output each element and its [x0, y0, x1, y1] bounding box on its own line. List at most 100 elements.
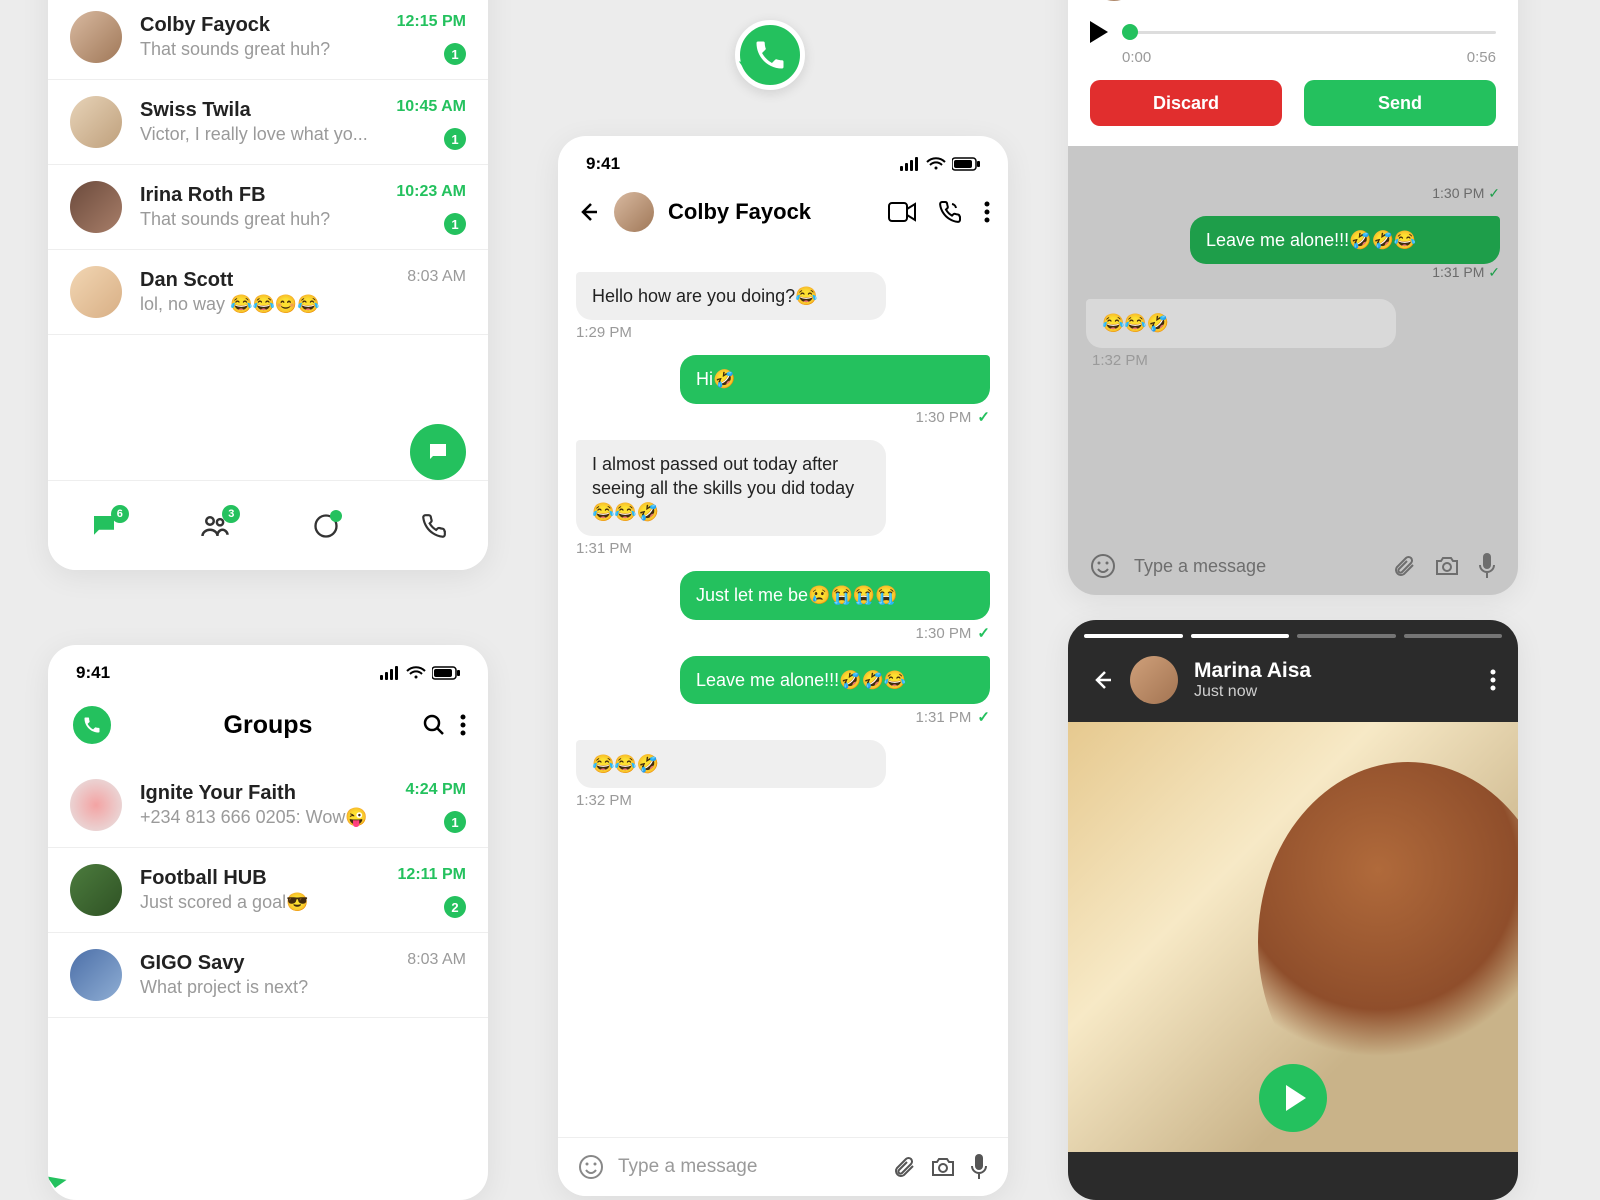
- msg-time: 1:32 PM: [1092, 352, 1148, 369]
- voice-call-icon[interactable]: [938, 200, 962, 224]
- signal-icon: [900, 157, 920, 171]
- avatar: [70, 96, 122, 148]
- statusbar-time: 9:41: [586, 154, 620, 174]
- message-bubble-out[interactable]: Leave me alone!!!🤣🤣😂: [680, 656, 990, 704]
- nav-status[interactable]: [312, 512, 340, 540]
- signal-icon: [380, 666, 400, 680]
- message-time: 1:31 PM: [576, 540, 990, 557]
- wifi-icon: [406, 666, 426, 680]
- group-row[interactable]: Ignite Your Faith +234 813 666 0205: Wow…: [48, 763, 488, 848]
- unread-badge: 1: [444, 128, 466, 150]
- new-chat-fab[interactable]: [410, 424, 466, 480]
- message-input-row: Type a message: [558, 1137, 1008, 1196]
- search-icon[interactable]: [422, 713, 446, 737]
- nav-chats-badge: 6: [111, 505, 129, 523]
- message-bubble-out[interactable]: Just let me be😢😭😭😭: [680, 571, 990, 619]
- message-input[interactable]: Type a message: [1134, 556, 1374, 577]
- message-bubble-in[interactable]: Hello how are you doing?😂: [576, 272, 886, 320]
- battery-icon: [432, 666, 460, 680]
- back-icon[interactable]: [1090, 668, 1114, 692]
- unread-badge: 2: [444, 896, 466, 918]
- message-input-row: Type a message: [1068, 537, 1518, 595]
- more-icon[interactable]: [1490, 669, 1496, 691]
- camera-icon[interactable]: [930, 1156, 956, 1178]
- send-button[interactable]: Send: [1304, 80, 1496, 126]
- more-icon[interactable]: [460, 714, 466, 736]
- group-time: 8:03 AM: [407, 951, 466, 969]
- chat-preview: That sounds great huh?: [140, 39, 330, 60]
- status-dot-icon: [330, 510, 342, 522]
- emoji-icon[interactable]: [1090, 553, 1116, 579]
- chat-time: 10:45 AM: [396, 98, 466, 116]
- message-time: 1:32 PM: [576, 792, 990, 809]
- avatar: [70, 864, 122, 916]
- unread-badge: 1: [444, 811, 466, 833]
- camera-icon[interactable]: [1434, 555, 1460, 577]
- chat-time: 10:23 AM: [396, 183, 466, 201]
- message-time: 1:30 PM✓: [576, 624, 990, 642]
- messages-area[interactable]: Hello how are you doing?😂 1:29 PMHi🤣 1:3…: [558, 248, 1008, 827]
- conversation-header: Colby Fayock: [558, 184, 1008, 248]
- chat-preview: lol, no way 😂😂😊😂: [140, 294, 320, 315]
- back-icon[interactable]: [576, 200, 600, 224]
- emoji-icon[interactable]: [578, 1154, 604, 1180]
- message-bubble-out: Leave me alone!!!🤣🤣😂: [1190, 216, 1500, 264]
- play-icon[interactable]: [1090, 21, 1110, 43]
- dimmed-conversation: 1:30 PM ✓ Leave me alone!!!🤣🤣😂 1:31 PM ✓…: [1068, 175, 1518, 379]
- unread-badge: 1: [444, 213, 466, 235]
- attach-icon[interactable]: [1392, 554, 1416, 578]
- chats-panel: Colby Fayock That sounds great huh? 12:1…: [48, 0, 488, 570]
- message-time: 1:31 PM✓: [576, 708, 990, 726]
- group-preview: +234 813 666 0205: Wow😜: [140, 807, 368, 828]
- message-bubble-in[interactable]: 😂😂🤣: [576, 740, 886, 788]
- chat-row[interactable]: Swiss Twila Victor, I really love what y…: [48, 80, 488, 165]
- mic-icon[interactable]: [970, 1154, 988, 1180]
- avatar: [70, 949, 122, 1001]
- audio-scrubber[interactable]: [1122, 31, 1496, 34]
- msg-time: 1:31 PM: [1432, 264, 1484, 280]
- group-preview: What project is next?: [140, 977, 308, 998]
- status-image[interactable]: [1068, 722, 1518, 1152]
- whatsapp-logo-icon: [70, 703, 114, 747]
- chat-time: 12:15 PM: [397, 13, 466, 31]
- more-icon[interactable]: [984, 201, 990, 223]
- unread-badge: 1: [444, 43, 466, 65]
- chat-row[interactable]: Colby Fayock That sounds great huh? 12:1…: [48, 0, 488, 80]
- bottom-nav: 6 3: [48, 480, 488, 570]
- status-bar: 9:41: [558, 136, 1008, 184]
- message-input[interactable]: Type a message: [618, 1156, 878, 1178]
- status-avatar[interactable]: [1130, 656, 1178, 704]
- avatar: [70, 266, 122, 318]
- nav-chats[interactable]: 6: [89, 511, 119, 541]
- play-status-button[interactable]: [1259, 1064, 1327, 1132]
- chat-row[interactable]: Irina Roth FB That sounds great huh? 10:…: [48, 165, 488, 250]
- chat-name: Irina Roth FB: [140, 184, 330, 207]
- status-bar: 9:41: [48, 645, 488, 693]
- group-name: Football HUB: [140, 867, 309, 890]
- mic-icon[interactable]: [1478, 553, 1496, 579]
- voice-preview-modal: Colby Fayock Preview voice message 🎤 0:0…: [1068, 0, 1518, 146]
- attach-icon[interactable]: [892, 1155, 916, 1179]
- video-call-icon[interactable]: [888, 202, 916, 222]
- group-time: 4:24 PM: [406, 781, 466, 799]
- conversation-panel: 9:41 Colby Fayock Hello how are you doin…: [558, 136, 1008, 1196]
- groups-title: Groups: [128, 711, 408, 740]
- nav-calls[interactable]: [421, 513, 447, 539]
- status-header: Marina Aisa Just now: [1068, 638, 1518, 722]
- group-row[interactable]: Football HUB Just scored a goal😎 12:11 P…: [48, 848, 488, 933]
- group-name: GIGO Savy: [140, 952, 308, 975]
- battery-icon: [952, 157, 980, 171]
- chat-row[interactable]: Dan Scott lol, no way 😂😂😊😂 8:03 AM: [48, 250, 488, 335]
- group-row[interactable]: GIGO Savy What project is next? 8:03 AM: [48, 933, 488, 1018]
- groups-panel: 9:41 Groups Ignite Your Faith +234 813 6…: [48, 645, 488, 1200]
- message-bubble-in[interactable]: I almost passed out today after seeing a…: [576, 440, 886, 537]
- message-bubble-out[interactable]: Hi🤣: [680, 355, 990, 403]
- audio-start-time: 0:00: [1122, 49, 1151, 66]
- contact-name[interactable]: Colby Fayock: [668, 199, 874, 225]
- voice-preview-panel: 1:30 PM ✓ Leave me alone!!!🤣🤣😂 1:31 PM ✓…: [1068, 0, 1518, 595]
- nav-contacts[interactable]: 3: [200, 511, 230, 541]
- discard-button[interactable]: Discard: [1090, 80, 1282, 126]
- group-preview: Just scored a goal😎: [140, 892, 309, 913]
- audio-end-time: 0:56: [1467, 49, 1496, 66]
- contact-avatar[interactable]: [614, 192, 654, 232]
